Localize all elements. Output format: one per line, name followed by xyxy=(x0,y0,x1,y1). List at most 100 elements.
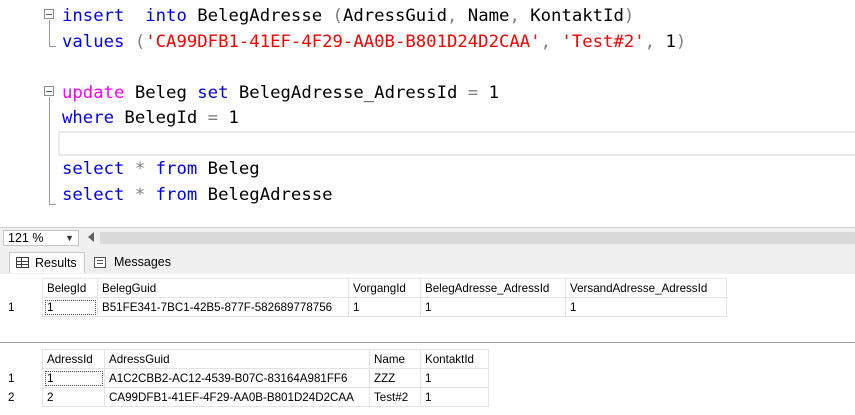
table-cell[interactable]: 1 xyxy=(42,368,105,388)
table-cell[interactable]: Test#2 xyxy=(369,387,421,407)
sql-text: BelegId xyxy=(114,108,208,128)
chevron-down-icon[interactable]: ▼ xyxy=(65,231,74,245)
column-header[interactable]: BelegId xyxy=(42,278,98,298)
code-line-5[interactable]: where BelegId = 1 xyxy=(62,105,239,131)
tab-messages[interactable]: Messages xyxy=(90,252,171,273)
code-line-8[interactable]: select * from BelegAdresse xyxy=(62,182,333,208)
fold-guide-end xyxy=(49,204,56,205)
tab-messages-label: Messages xyxy=(114,255,171,269)
sql-operator: = xyxy=(207,108,219,128)
code-line-7[interactable]: select * from Beleg xyxy=(62,156,260,182)
messages-icon xyxy=(94,257,106,268)
grid-splitter[interactable] xyxy=(0,342,855,343)
grid-icon xyxy=(16,257,29,268)
table-cell[interactable]: 1 xyxy=(420,387,489,407)
table-cell[interactable]: 1 xyxy=(42,297,98,317)
sql-text: AdressGuid xyxy=(342,6,447,26)
sql-editor[interactable]: insert into BelegAdresse (AdressGuid, Na… xyxy=(0,0,855,226)
sql-text: Name xyxy=(457,6,510,26)
grid-header-row: AdressId AdressGuid Name KontaktId xyxy=(0,349,489,369)
column-header[interactable]: Name xyxy=(369,349,421,369)
sql-operator: ) xyxy=(623,6,635,26)
scroll-left-arrow-icon[interactable] xyxy=(88,232,94,242)
code-line-4[interactable]: update Beleg set BelegAdresse_AdressId =… xyxy=(62,80,499,106)
zoom-select[interactable]: 121 % ▼ xyxy=(3,230,79,246)
sql-operator: ) xyxy=(675,32,687,52)
current-line-highlight xyxy=(58,131,855,156)
column-header[interactable]: AdressGuid xyxy=(104,349,370,369)
table-cell[interactable]: 1 xyxy=(420,368,489,388)
sql-operator: , xyxy=(540,32,552,52)
sql-text: KontaktId xyxy=(519,6,624,26)
column-header[interactable]: VersandAdresse_AdressId xyxy=(565,278,727,298)
string-literal: 'CA99DFB1-41EF-4F29-AA0B-B801D24D2CAA' xyxy=(145,32,541,52)
zoom-value: 121 % xyxy=(8,231,44,245)
column-header[interactable]: VorgangId xyxy=(348,278,421,298)
results-tab-strip: Results Messages xyxy=(0,248,855,274)
code-line-2[interactable]: values ('CA99DFB1-41EF-4F29-AA0B-B801D24… xyxy=(62,29,686,55)
row-number[interactable]: 1 xyxy=(0,297,43,317)
table-row[interactable]: 2 2 CA99DFB1-41EF-4F29-AA0B-B801D24D2CAA… xyxy=(0,387,489,407)
sql-text: Beleg xyxy=(197,159,260,179)
fold-guide xyxy=(49,20,50,46)
sql-text: BelegAdresse_AdressId xyxy=(228,83,468,103)
sql-text: 1 xyxy=(218,108,239,128)
collapse-toggle-update[interactable] xyxy=(44,86,54,96)
table-row[interactable]: 1 1 A1C2CBB2-AC12-4539-B07C-83164A981FF6… xyxy=(0,368,489,388)
sql-text: BelegAdresse xyxy=(186,6,333,26)
tab-results-label: Results xyxy=(35,256,77,270)
table-cell[interactable]: B51FE341-7BC1-42B5-877F-582689778756 xyxy=(97,297,349,317)
row-header-corner xyxy=(0,349,43,369)
editor-gutter xyxy=(0,0,46,226)
horizontal-scrollbar-thumb[interactable] xyxy=(100,232,855,244)
sql-text: BelegAdresse xyxy=(197,185,333,205)
row-number[interactable]: 1 xyxy=(0,368,43,388)
collapse-toggle-insert[interactable] xyxy=(44,9,54,19)
grid-header-row: BelegId BelegGuid VorgangId BelegAdresse… xyxy=(0,278,727,298)
result-grid-beleg[interactable]: BelegId BelegGuid VorgangId BelegAdresse… xyxy=(0,278,727,317)
sql-keyword: where xyxy=(62,108,115,128)
sql-operator: ( xyxy=(332,6,343,26)
table-cell[interactable]: CA99DFB1-41EF-4F29-AA0B-B801D24D2CAA xyxy=(104,387,370,407)
table-row[interactable]: 1 1 B51FE341-7BC1-42B5-877F-582689778756… xyxy=(0,297,727,317)
column-header[interactable]: AdressId xyxy=(42,349,105,369)
sql-keyword: values xyxy=(62,32,125,52)
column-header[interactable]: BelegAdresse_AdressId xyxy=(420,278,566,298)
result-grid-belegadresse[interactable]: AdressId AdressGuid Name KontaktId 1 1 A… xyxy=(0,349,489,407)
sql-operator: * xyxy=(134,185,146,205)
row-header-corner xyxy=(0,278,43,298)
sql-operator: ( xyxy=(134,32,146,52)
table-cell[interactable]: A1C2CBB2-AC12-4539-B07C-83164A981FF6 xyxy=(104,368,370,388)
code-line-1[interactable]: insert into BelegAdresse (AdressGuid, Na… xyxy=(62,3,634,29)
sql-operator: , xyxy=(447,6,458,26)
sql-keyword: select xyxy=(62,159,125,179)
tab-results[interactable]: Results xyxy=(9,252,85,273)
column-header[interactable]: KontaktId xyxy=(420,349,489,369)
sql-operator: , xyxy=(644,32,656,52)
fold-guide-end xyxy=(49,46,56,47)
row-number[interactable]: 2 xyxy=(0,387,43,407)
table-cell[interactable]: 1 xyxy=(565,297,727,317)
table-cell[interactable]: 1 xyxy=(348,297,421,317)
sql-operator: * xyxy=(134,159,146,179)
sql-text: Beleg xyxy=(124,83,198,103)
sql-keyword: update xyxy=(62,83,125,103)
string-literal: 'Test#2' xyxy=(561,32,645,52)
editor-status-bar: 121 % ▼ xyxy=(0,227,855,248)
table-cell[interactable]: 1 xyxy=(420,297,566,317)
sql-keyword: set xyxy=(197,83,229,103)
sql-keyword: into xyxy=(145,6,187,26)
sql-text: 1 xyxy=(655,32,676,52)
sql-operator: = xyxy=(467,83,479,103)
table-cell[interactable]: 2 xyxy=(42,387,105,407)
fold-guide xyxy=(49,97,50,204)
sql-keyword: insert xyxy=(62,6,125,26)
table-cell[interactable]: ZZZ xyxy=(369,368,421,388)
column-header[interactable]: BelegGuid xyxy=(97,278,349,298)
